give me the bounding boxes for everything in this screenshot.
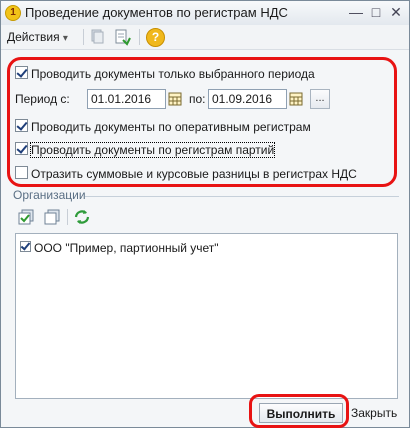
help-glyph: ?: [146, 28, 165, 47]
list-item[interactable]: ООО "Пример, партионный учет": [20, 239, 219, 256]
checkbox-box: [15, 142, 28, 156]
toolbar: Действия ▾ ?: [1, 25, 409, 50]
toolbar-separator: [83, 29, 84, 45]
title-bar[interactable]: 1 Проведение документов по регистрам НДС…: [1, 1, 409, 26]
refresh-icon[interactable]: [73, 209, 91, 225]
period-label: Период с:: [15, 92, 70, 106]
organization-name: ООО "Пример, партионный учет": [34, 240, 219, 255]
calendar-icon[interactable]: [288, 90, 304, 108]
actions-menu-label: Действия: [7, 30, 60, 44]
maximize-button[interactable]: □: [367, 4, 385, 21]
batch-registers-label: Проводить документы по регистрам партий: [29, 141, 276, 158]
check-all-icon[interactable]: [17, 209, 35, 225]
app-1c-icon: 1: [5, 5, 21, 21]
operational-registers-label: Проводить документы по оперативным регис…: [31, 119, 311, 134]
actions-menu[interactable]: Действия ▾: [7, 28, 68, 46]
section-divider: [85, 196, 399, 197]
organizations-list[interactable]: ООО "Пример, партионный учет": [15, 233, 398, 399]
sum-rate-differences-label: Отразить суммовые и курсовые разницы в р…: [31, 166, 357, 181]
refresh-document-icon[interactable]: [113, 28, 131, 46]
uncheck-all-icon[interactable]: [43, 209, 61, 225]
only-selected-period-checkbox[interactable]: Проводить документы только выбранного пе…: [15, 65, 315, 81]
minimize-button[interactable]: —: [347, 4, 365, 21]
checkbox-box: [15, 166, 28, 180]
checkbox-box: [15, 119, 28, 133]
check-icon: [16, 119, 28, 132]
operational-registers-checkbox[interactable]: Проводить документы по оперативным регис…: [15, 118, 311, 134]
check-icon: [16, 66, 28, 79]
checkbox-box: [15, 66, 28, 80]
only-selected-period-label: Проводить документы только выбранного пе…: [31, 66, 315, 81]
period-select-button[interactable]: ...: [310, 89, 330, 109]
run-highlight-frame: [249, 394, 349, 428]
help-icon[interactable]: ?: [146, 28, 165, 47]
period-to-input[interactable]: 01.09.2016: [208, 89, 287, 109]
period-from-input[interactable]: 01.01.2016: [87, 89, 166, 109]
documents-icon[interactable]: [89, 28, 107, 46]
check-icon: [20, 240, 31, 251]
check-icon: [16, 142, 28, 155]
dialog-window: 1 Проведение документов по регистрам НДС…: [0, 0, 410, 428]
checkbox-box[interactable]: [20, 240, 31, 253]
sum-rate-differences-checkbox[interactable]: Отразить суммовые и курсовые разницы в р…: [15, 165, 357, 181]
calendar-icon[interactable]: [167, 90, 183, 108]
chevron-down-icon: ▾: [62, 33, 68, 44]
batch-registers-checkbox[interactable]: Проводить документы по регистрам партий: [15, 141, 276, 158]
period-to-label: по:: [189, 92, 206, 106]
close-window-button[interactable]: ✕: [387, 4, 405, 21]
close-button[interactable]: Закрыть: [351, 403, 397, 423]
window-title: Проведение документов по регистрам НДС: [25, 5, 288, 20]
organizations-section-title: Организации: [13, 188, 86, 202]
toolbar-separator: [67, 209, 68, 225]
toolbar-separator: [139, 29, 140, 45]
